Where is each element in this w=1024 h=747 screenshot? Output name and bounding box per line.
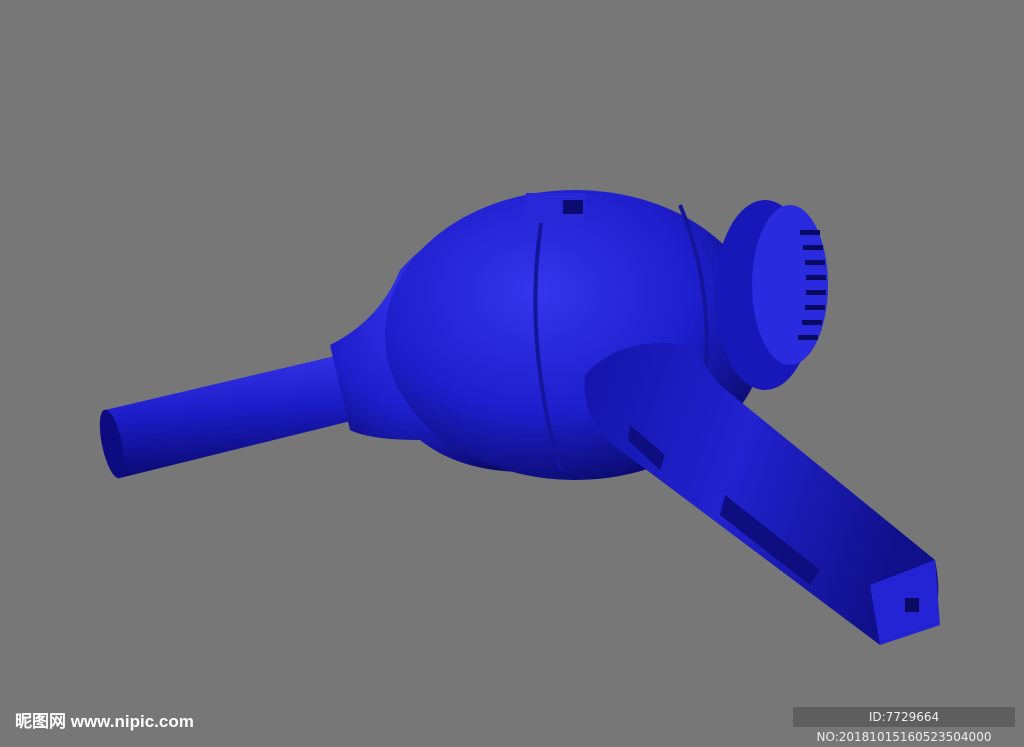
- watermark-id: ID:7729664 NO:20181015160523504000: [793, 707, 1015, 744]
- rear-grille: [715, 200, 828, 390]
- nozzle: [99, 356, 355, 479]
- watermark-site: 昵图网 www.nipic.com: [15, 712, 194, 731]
- hair-dryer-render: [99, 190, 940, 645]
